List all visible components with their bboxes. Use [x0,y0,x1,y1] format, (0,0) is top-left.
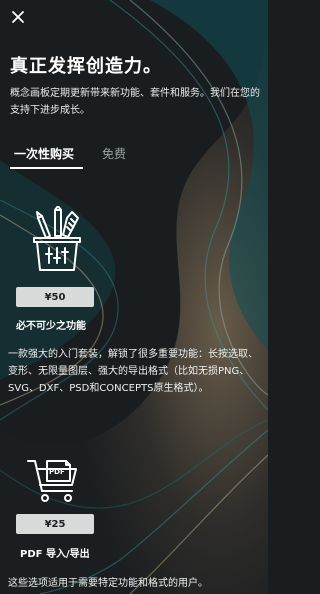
tab-one-time-purchase[interactable]: 一次性购买 [14,145,74,162]
footer-note: 这些选项适用于需要特定功能和格式的用户。 [8,578,208,589]
upgrade-screen: 真正发挥创造力。 概念画板定期更新带来新功能、套件和服务。我们在您的支持下进步成… [0,0,268,594]
package-description-essentials: 一款强大的入门套装，解锁了很多重要功能：长按选取、变形、无限量图层、强大的导出格… [8,349,258,394]
tab-selected-underline [10,167,83,169]
close-icon [12,11,24,23]
pdf-cart-icon: PDF [27,460,77,502]
tab-free[interactable]: 免费 [102,145,126,162]
package-name-essentials: 必不可少之功能 [16,321,86,332]
price-button-essentials[interactable]: ¥50 [16,287,94,307]
close-button[interactable] [8,7,28,27]
page-title: 真正发挥创造力。 [10,56,162,77]
price-button-pdf[interactable]: ¥25 [16,514,94,534]
package-name-pdf: PDF 导入/导出 [20,549,90,560]
page-description: 概念画板定期更新带来新功能、套件和服务。我们在您的支持下进步成长。 [10,88,260,116]
tools-cup-icon [33,206,81,271]
pdf-label: PDF [49,468,65,476]
